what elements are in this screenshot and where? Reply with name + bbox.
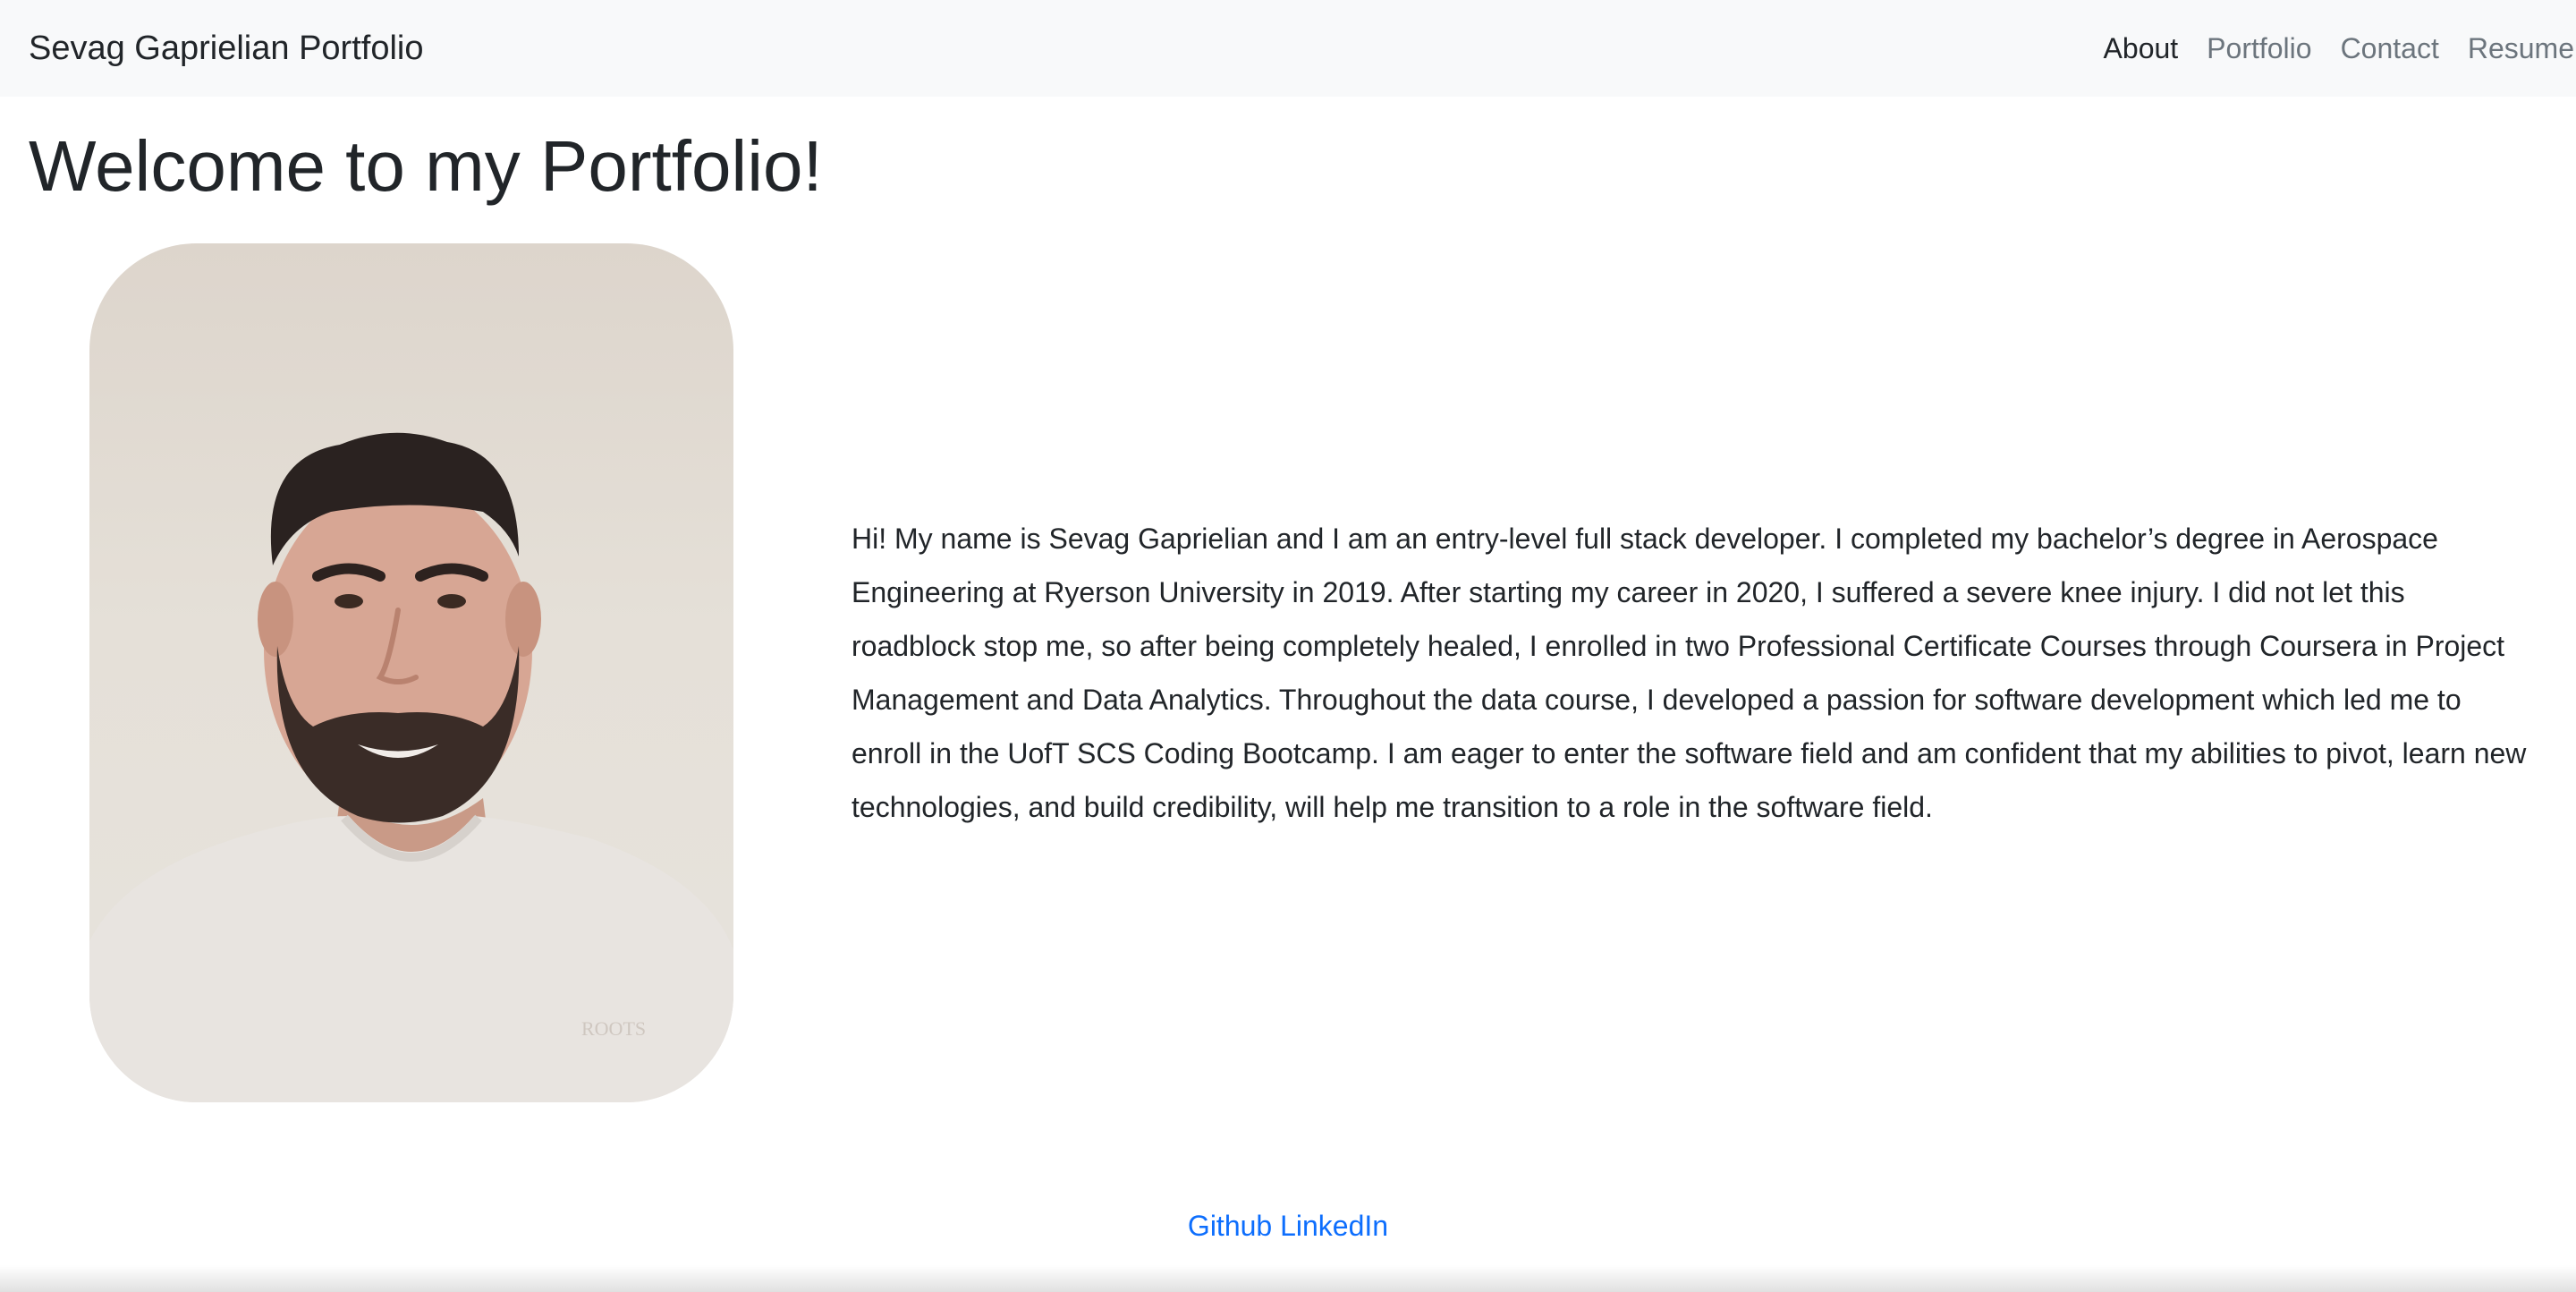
footer: Github LinkedIn	[0, 1210, 2576, 1243]
github-link[interactable]: Github	[1188, 1210, 1272, 1242]
page-title: Welcome to my Portfolio!	[29, 126, 823, 206]
navbar-brand[interactable]: Sevag Gaprielian Portfolio	[29, 30, 423, 68]
profile-photo: ROOTS	[89, 243, 733, 1102]
nav-link-portfolio[interactable]: Portfolio	[2207, 32, 2311, 65]
nav-links: About Portfolio Contact Resume	[2075, 32, 2574, 65]
nav-link-about[interactable]: About	[2104, 32, 2179, 65]
linkedin-link[interactable]: LinkedIn	[1280, 1210, 1388, 1242]
nav-link-contact[interactable]: Contact	[2341, 32, 2439, 65]
bottom-shadow	[0, 1265, 2576, 1292]
navbar: Sevag Gaprielian Portfolio About Portfol…	[0, 0, 2576, 97]
nav-link-resume[interactable]: Resume	[2468, 32, 2574, 65]
bio-paragraph: Hi! My name is Sevag Gaprielian and I am…	[852, 523, 2527, 823]
shirt-logo: ROOTS	[581, 1017, 646, 1040]
profile-photo-illustration: ROOTS	[89, 432, 733, 1102]
